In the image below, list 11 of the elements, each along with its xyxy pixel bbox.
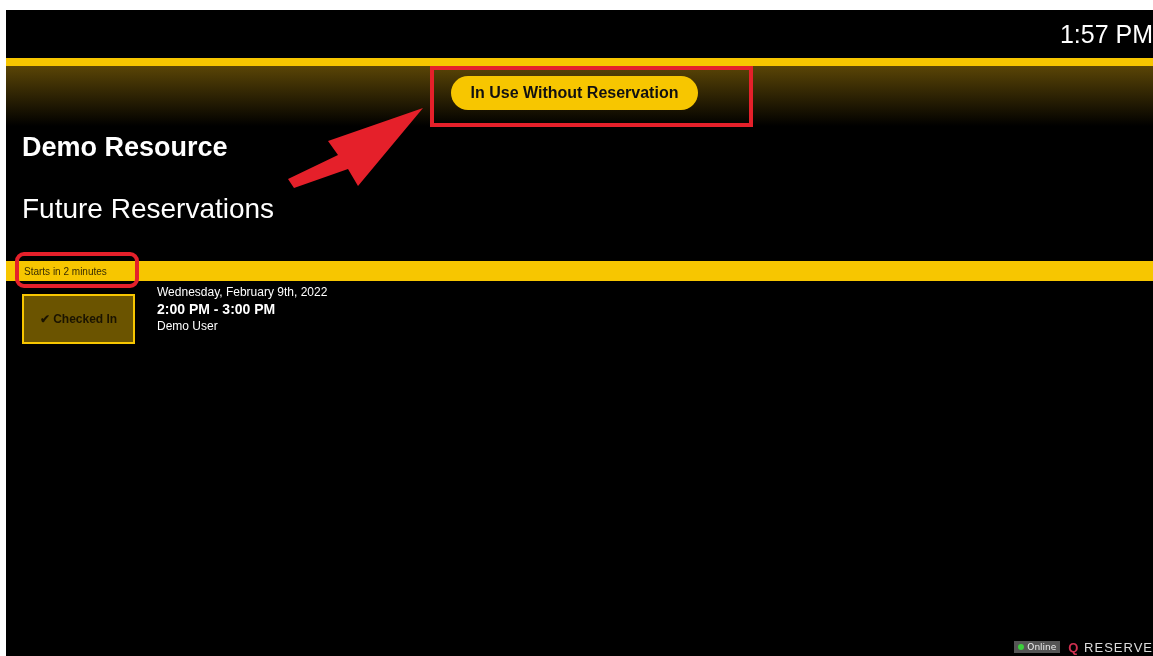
logo: Q RESERVE <box>1068 639 1153 655</box>
countdown-text: Starts in 2 minutes <box>24 265 107 277</box>
clock-time: 1:57 PM <box>1059 19 1153 49</box>
reservation-time: 2:00 PM - 3:00 PM <box>157 301 277 317</box>
reservation-user: Demo User <box>157 319 219 333</box>
online-badge: Online <box>1014 641 1061 653</box>
checked-in-button[interactable]: ✔ Checked In <box>22 294 135 344</box>
reservation-date: Wednesday, February 9th, 2022 <box>157 285 328 299</box>
resource-title: Demo Resource <box>22 132 229 163</box>
status-pill: In Use Without Reservation <box>450 76 699 110</box>
section-title: Future Reservations <box>22 193 276 225</box>
